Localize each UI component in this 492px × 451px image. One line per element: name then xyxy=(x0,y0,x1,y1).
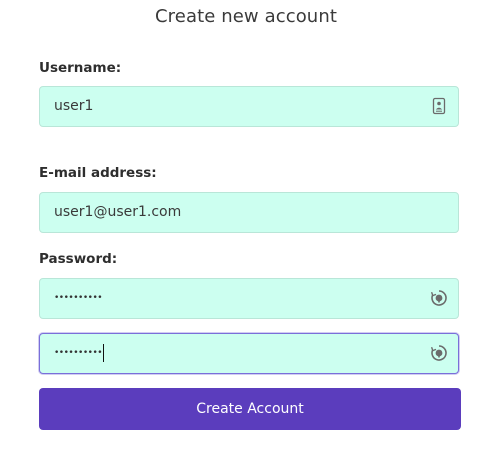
password-manager-icon[interactable] xyxy=(430,344,448,362)
password-masked-value: •••••••••• xyxy=(54,293,103,303)
create-account-form: Create new account Username: user1 E-mai… xyxy=(0,0,492,451)
password-manager-icon[interactable] xyxy=(430,289,448,307)
password-field[interactable]: •••••••••• xyxy=(39,278,459,319)
username-field[interactable]: user1 xyxy=(39,86,459,127)
page-title: Create new account xyxy=(155,6,337,27)
password-label: Password: xyxy=(39,251,118,267)
email-value: user1@user1.com xyxy=(54,204,182,220)
username-value: user1 xyxy=(54,98,94,114)
email-field[interactable]: user1@user1.com xyxy=(39,192,459,233)
contact-card-icon[interactable] xyxy=(430,97,448,115)
text-caret xyxy=(103,343,105,362)
create-account-button[interactable]: Create Account xyxy=(39,388,461,430)
email-label: E-mail address: xyxy=(39,165,157,181)
username-label: Username: xyxy=(39,60,122,76)
confirm-password-masked-value: •••••••••• xyxy=(54,334,105,373)
confirm-password-field[interactable]: •••••••••• xyxy=(39,333,459,374)
